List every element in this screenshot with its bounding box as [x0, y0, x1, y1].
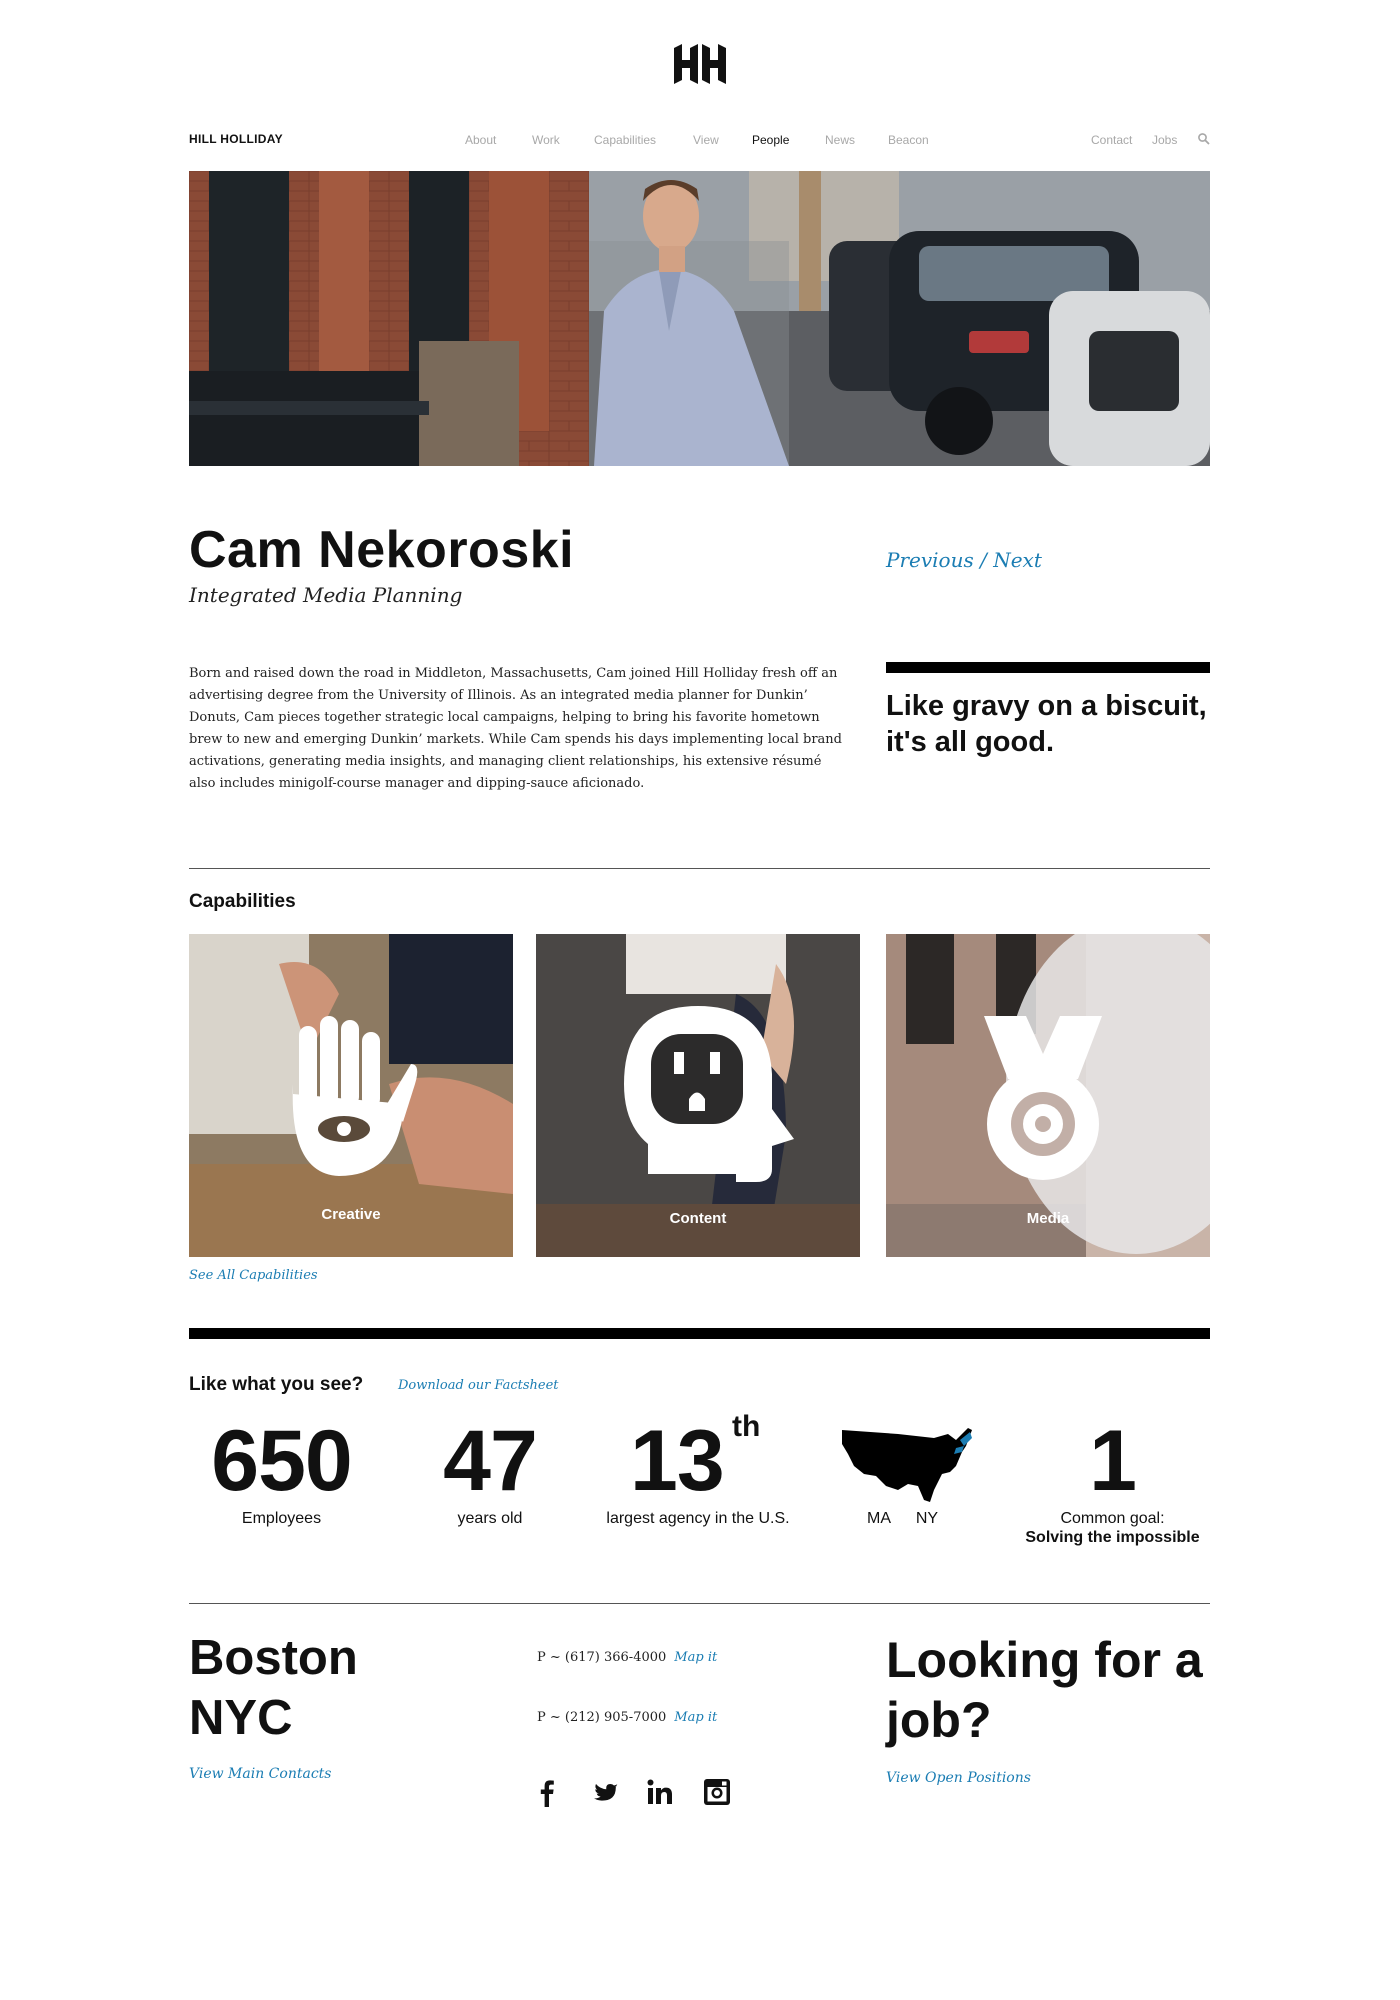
nav-capabilities[interactable]: Capabilities	[594, 133, 656, 147]
stat-years-label: years old	[457, 1510, 523, 1527]
see-all-capabilities-link[interactable]: See All Capabilities	[189, 1268, 318, 1283]
state-ny-label: NY	[915, 1510, 939, 1527]
capability-label-media: Media	[1026, 1210, 1070, 1227]
stat-employees-value: 650	[211, 1413, 353, 1509]
stat-rank: 13 th	[630, 1410, 760, 1509]
divider	[189, 868, 1210, 869]
previous-link[interactable]: Previous	[886, 548, 974, 572]
nav-contact[interactable]: Contact	[1091, 133, 1132, 147]
stat-goal-text: Solving the impossible	[1025, 1529, 1200, 1546]
stat-years-value: 47	[443, 1413, 538, 1509]
city-boston: Boston	[189, 1631, 358, 1685]
section-bar	[189, 1328, 1210, 1339]
stats-heading: Like what you see?	[189, 1374, 364, 1395]
stat-rank-suffix: th	[732, 1410, 761, 1443]
next-link[interactable]: Next	[993, 548, 1042, 572]
nav-work[interactable]: Work	[532, 133, 560, 147]
download-factsheet-link[interactable]: Download our Factsheet	[398, 1378, 559, 1393]
nav-jobs[interactable]: Jobs	[1152, 133, 1177, 147]
content-photo	[536, 934, 860, 1257]
phone-boston-number[interactable]: P ~ (617) 366-4000	[537, 1650, 666, 1665]
capability-card-media[interactable]: Media	[886, 934, 1210, 1257]
brand-name[interactable]: HILL HOLLIDAY	[189, 132, 283, 146]
search-icon[interactable]	[1197, 132, 1211, 146]
divider	[189, 1603, 1210, 1604]
capability-label-content: Content	[669, 1210, 727, 1227]
person-quote: Like gravy on a biscuit, it's all good.	[886, 690, 1207, 758]
nav-news[interactable]: News	[825, 133, 855, 147]
twitter-icon[interactable]	[590, 1777, 620, 1807]
stat-rank-value: 13	[630, 1413, 725, 1509]
state-ma-label: MA	[867, 1510, 891, 1527]
nav-view[interactable]: View	[693, 133, 719, 147]
facebook-icon[interactable]	[532, 1777, 562, 1807]
map-it-boston-link[interactable]: Map it	[674, 1650, 717, 1665]
view-main-contacts-link[interactable]: View Main Contacts	[189, 1766, 331, 1782]
hh-logo[interactable]	[672, 42, 728, 86]
nav-about[interactable]: About	[465, 133, 496, 147]
stat-goal-value: 1	[1089, 1413, 1137, 1509]
capability-label-creative: Creative	[321, 1206, 381, 1223]
job-heading: Looking for a job?	[886, 1632, 1203, 1748]
phone-boston: P ~ (617) 366-4000 Map it	[537, 1650, 717, 1665]
instagram-icon[interactable]	[702, 1777, 732, 1807]
phone-nyc: P ~ (212) 905-7000 Map it	[537, 1710, 717, 1725]
capability-card-creative[interactable]: Creative	[189, 934, 513, 1257]
capabilities-heading: Capabilities	[189, 891, 296, 912]
quote-bar	[886, 662, 1210, 673]
nav-people[interactable]: People	[752, 133, 789, 147]
stat-goal-label: Common goal:	[1060, 1510, 1165, 1527]
phone-nyc-number[interactable]: P ~ (212) 905-7000	[537, 1710, 666, 1725]
prev-next-separator: /	[980, 548, 987, 572]
prev-next-nav: Previous / Next	[886, 548, 1042, 572]
city-nyc: NYC	[189, 1691, 293, 1745]
us-map-icon	[842, 1428, 972, 1502]
person-name: Cam Nekoroski	[189, 521, 575, 579]
stat-employees-label: Employees	[241, 1510, 322, 1527]
person-bio: Born and raised down the road in Middlet…	[189, 666, 842, 791]
linkedin-icon[interactable]	[645, 1777, 675, 1807]
person-title: Integrated Media Planning	[189, 583, 463, 607]
hero-photo	[189, 171, 1210, 466]
capability-card-content[interactable]: Content	[536, 934, 860, 1257]
media-photo	[886, 934, 1210, 1257]
view-open-positions-link[interactable]: View Open Positions	[886, 1770, 1031, 1786]
stat-rank-label: largest agency in the U.S.	[606, 1510, 790, 1527]
map-it-nyc-link[interactable]: Map it	[674, 1710, 717, 1725]
nav-beacon[interactable]: Beacon	[888, 133, 929, 147]
